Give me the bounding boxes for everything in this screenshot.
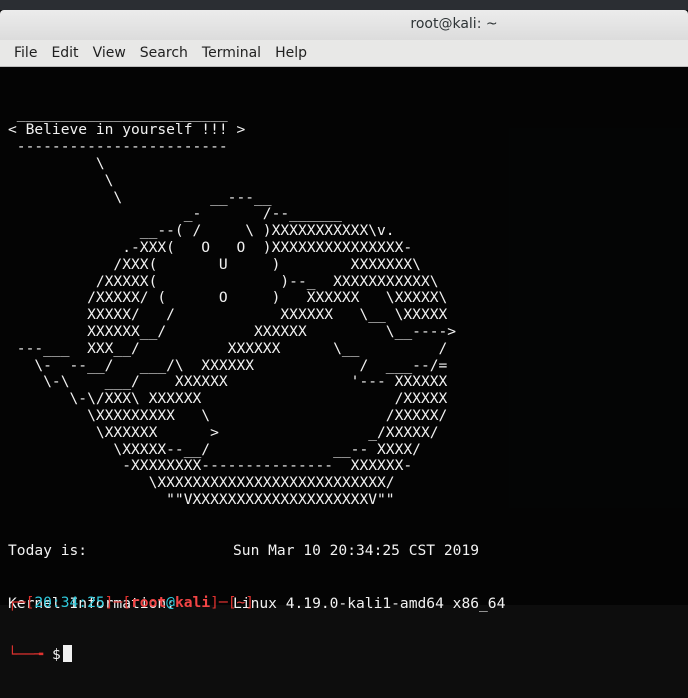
shell-prompt[interactable]: ┌─[20:34:25]─[root@kali]─[~] └──╼ $ bbox=[8, 559, 254, 698]
prompt-symbol: $ bbox=[51, 646, 61, 664]
menu-search[interactable]: Search bbox=[133, 40, 195, 66]
menu-terminal[interactable]: Terminal bbox=[195, 40, 268, 66]
menu-edit[interactable]: Edit bbox=[44, 40, 85, 66]
today-value: Sun Mar 10 20:34:25 CST 2019 bbox=[233, 541, 480, 559]
menu-bar: File Edit View Search Terminal Help bbox=[0, 40, 688, 67]
prompt-separator: ]─[ bbox=[104, 593, 132, 611]
prompt-arrow-glyph: └──╼ bbox=[8, 646, 52, 664]
menu-view[interactable]: View bbox=[86, 40, 133, 66]
title-bar[interactable]: root@kali: ~ bbox=[0, 10, 688, 40]
today-row: Today is: Sun Mar 10 20:34:25 CST 2019 bbox=[8, 541, 505, 561]
prompt-at: @ bbox=[166, 593, 175, 611]
terminal-scrollbar[interactable] bbox=[682, 66, 688, 605]
terminal-screen[interactable]: ________________________ < Believe in yo… bbox=[8, 72, 684, 663]
terminal-window[interactable]: root@kali: ~ File Edit View Search Termi… bbox=[0, 10, 688, 663]
prompt-host: kali bbox=[174, 593, 211, 611]
text-cursor bbox=[62, 645, 72, 663]
today-label: Today is: bbox=[8, 541, 88, 559]
menu-help[interactable]: Help bbox=[268, 40, 314, 66]
prompt-corner-glyph: ┌─[ bbox=[8, 593, 35, 611]
menu-file[interactable]: File bbox=[0, 40, 44, 66]
prompt-user: root bbox=[131, 593, 167, 611]
prompt-close-bracket: ] bbox=[245, 593, 255, 611]
cowsay-ascii-art: ________________________ < Believe in yo… bbox=[8, 104, 457, 508]
prompt-separator-2: ]─[ bbox=[210, 593, 237, 611]
prompt-dir: ~ bbox=[236, 593, 246, 611]
prompt-input-line[interactable]: └──╼ $ bbox=[8, 645, 254, 664]
prompt-status-line: ┌─[20:34:25]─[root@kali]─[~] bbox=[8, 593, 254, 612]
kernel-value: Linux 4.19.0-kali1-amd64 x86_64 bbox=[233, 595, 506, 613]
prompt-time: 20:34:25 bbox=[34, 593, 105, 611]
window-title: root@kali: ~ bbox=[410, 16, 498, 32]
